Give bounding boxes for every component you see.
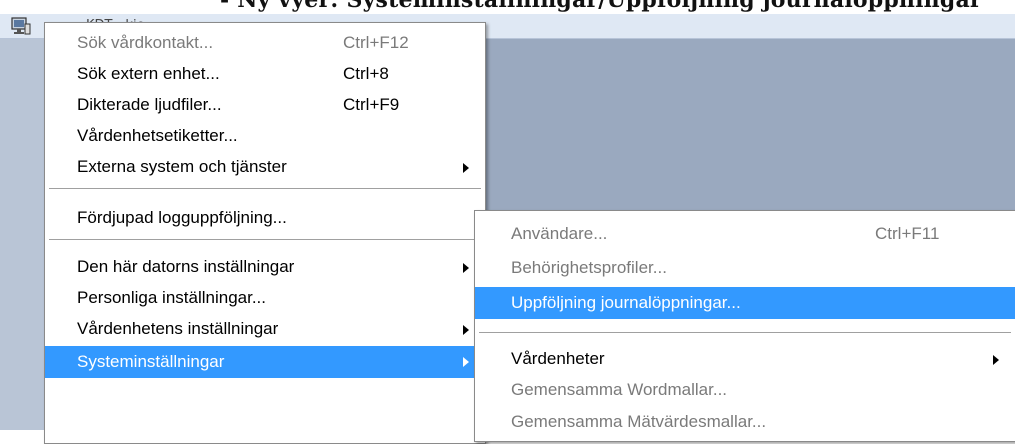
submenu-item-gemensamma-wordmallar[interactable]: Gemensamma Wordmallar... <box>475 375 1015 405</box>
menu-item-label: Vårdenhetsetiketter... <box>77 126 238 145</box>
submenu-item-behorighetsprofiler[interactable]: Behörighetsprofiler... <box>475 253 1015 283</box>
submenu-arrow-icon <box>463 325 469 335</box>
submenu-arrow-icon <box>993 355 999 365</box>
document-heading-strip: - Ny vyer: Systeminställningar/Uppföljni… <box>0 0 1015 14</box>
menu-item-label: Gemensamma Wordmallar... <box>511 380 728 399</box>
document-heading-text: - Ny vyer: Systeminställningar/Uppföljni… <box>220 0 982 13</box>
menu-item-label: Externa system och tjänster <box>77 157 287 176</box>
menu-item-label: Vårdenheter <box>511 349 605 368</box>
menu-item-systeminstallningar[interactable]: Systeminställningar <box>45 346 485 378</box>
menu-item-fordjupad-logguppfoljning[interactable]: Fördjupad logguppföljning... <box>45 203 485 233</box>
menu-item-label: Dikterade ljudfiler... <box>77 95 222 114</box>
menu-item-sok-vardkontakt[interactable]: Sök vårdkontakt... Ctrl+F12 <box>45 28 485 58</box>
menu-separator <box>49 188 481 190</box>
menu-item-label: Vårdenhetens inställningar <box>77 319 279 338</box>
menu-item-datorns-installningar[interactable]: Den här datorns inställningar <box>45 252 485 282</box>
menu-item-label: Gemensamma Mätvärdesmallar... <box>511 412 767 431</box>
menu-item-label: Den här datorns inställningar <box>77 257 295 276</box>
menu-item-shortcut: Ctrl+F11 <box>875 224 940 243</box>
menu-item-vardenhetens-installningar[interactable]: Vårdenhetens inställningar <box>45 314 485 344</box>
submenu-item-vardenheter[interactable]: Vårdenheter <box>475 344 1015 374</box>
menu-separator <box>49 239 481 241</box>
menu-item-label: Systeminställningar <box>77 352 225 371</box>
submenu-arrow-icon <box>463 163 469 173</box>
menu-item-label: Användare... <box>511 224 608 243</box>
left-panel <box>0 39 44 430</box>
systeminstallningar-submenu: Användare... Ctrl+F11 Behörighetsprofile… <box>474 210 1015 442</box>
menu-item-personliga-installningar[interactable]: Personliga inställningar... <box>45 283 485 313</box>
menu-item-label: Sök extern enhet... <box>77 64 220 83</box>
menu-item-shortcut: Ctrl+F12 <box>343 33 409 52</box>
menu-item-externa-system[interactable]: Externa system och tjänster <box>45 152 485 182</box>
submenu-item-anvandare[interactable]: Användare... Ctrl+F11 <box>475 219 1015 249</box>
submenu-item-uppfoljning-journaloppningar[interactable]: Uppföljning journalöppningar... <box>475 287 1015 319</box>
menu-item-vardenhetsetiketter[interactable]: Vårdenhetsetiketter... <box>45 121 485 151</box>
computer-icon[interactable] <box>10 15 32 37</box>
menu-item-label: Sök vårdkontakt... <box>77 33 214 52</box>
menu-item-dikterade-ljudfiler[interactable]: Dikterade ljudfiler... Ctrl+F9 <box>45 90 485 120</box>
menu-item-shortcut: Ctrl+F9 <box>343 95 400 114</box>
menu-item-label: Behörighetsprofiler... <box>511 258 667 277</box>
menu-item-label: Uppföljning journalöppningar... <box>511 293 741 312</box>
tools-menu: Sök vårdkontakt... Ctrl+F12 Sök extern e… <box>44 22 486 444</box>
submenu-arrow-icon <box>463 357 469 367</box>
menu-item-shortcut: Ctrl+8 <box>343 64 389 83</box>
menu-separator <box>479 332 1011 334</box>
submenu-arrow-icon <box>463 263 469 273</box>
submenu-item-gemensamma-matvardesmallar[interactable]: Gemensamma Mätvärdesmallar... <box>475 407 1015 437</box>
menu-item-sok-extern-enhet[interactable]: Sök extern enhet... Ctrl+8 <box>45 59 485 89</box>
menu-item-label: Personliga inställningar... <box>77 288 267 307</box>
menu-item-label: Fördjupad logguppföljning... <box>77 208 287 227</box>
